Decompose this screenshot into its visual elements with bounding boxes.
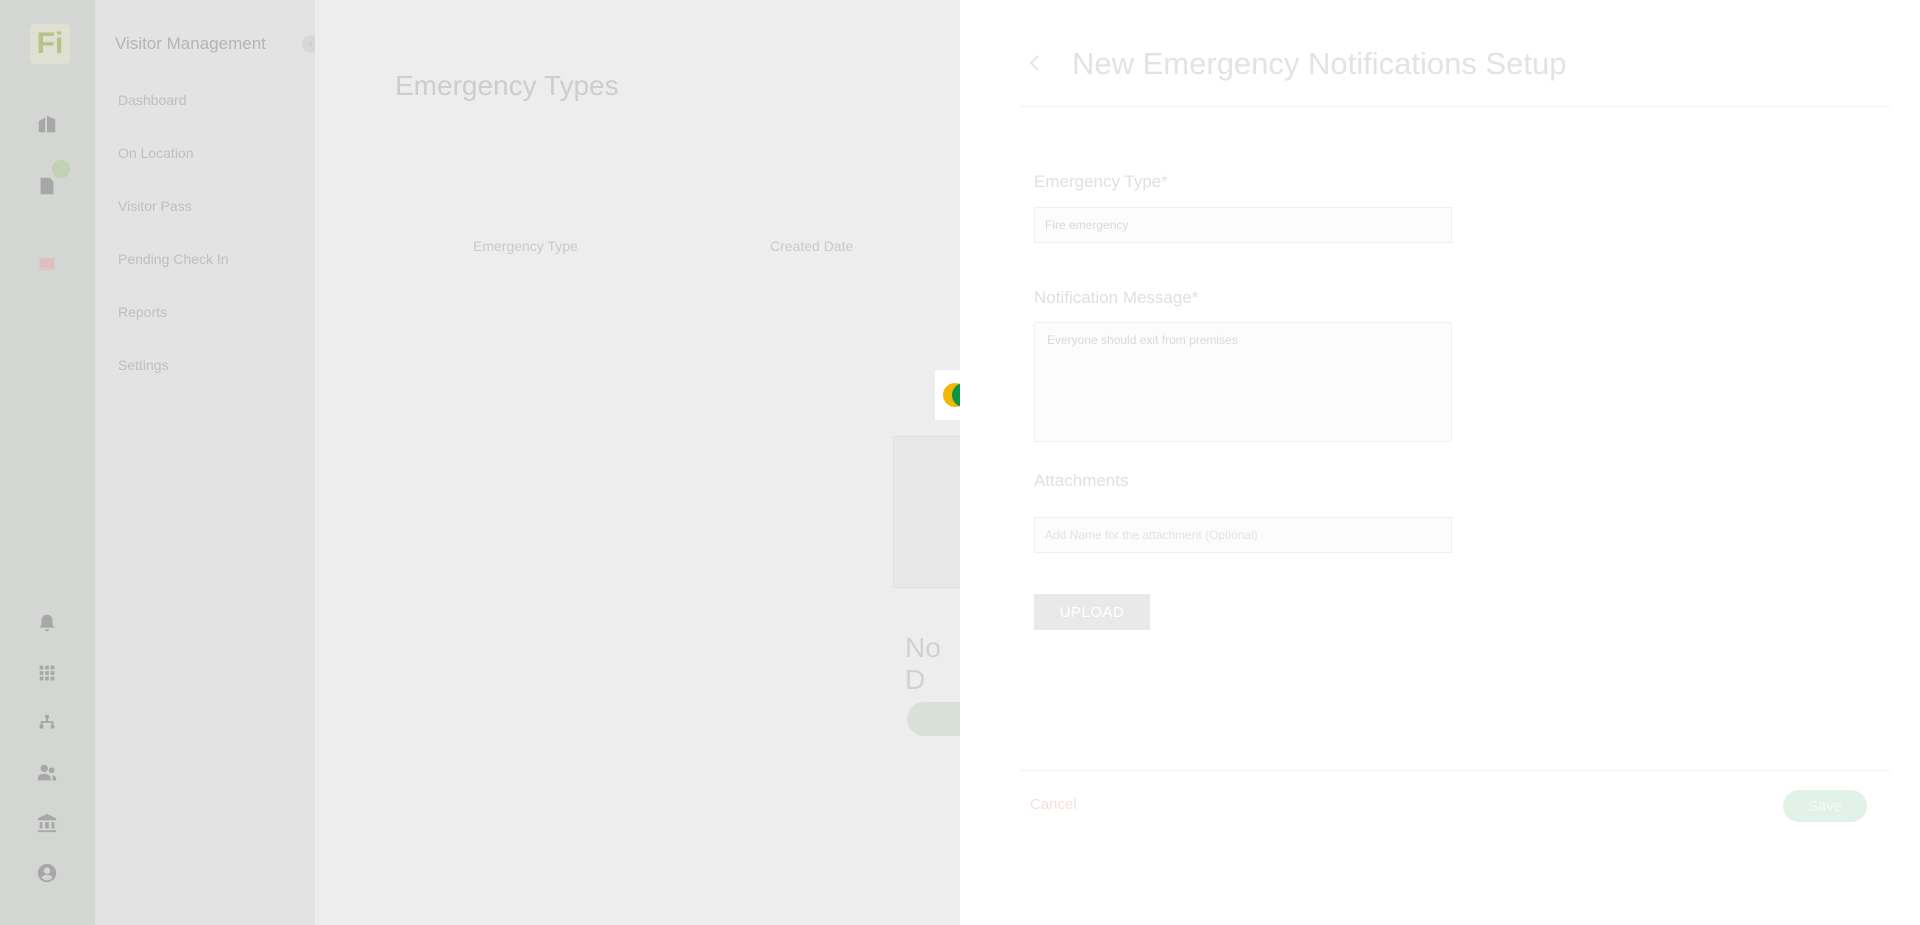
modal-overlay[interactable] [0,0,960,925]
panel-title: New Emergency Notifications Setup [1072,46,1567,81]
save-button[interactable]: Save [1783,790,1867,822]
notification-message-field[interactable]: Everyone should exit from premises [1034,322,1452,442]
upload-button[interactable]: UPLOAD [1034,594,1150,630]
cancel-button[interactable]: Cancel [1030,796,1077,813]
header-divider [1020,106,1890,107]
emergency-type-field[interactable] [1034,207,1452,243]
back-button[interactable] [1025,53,1045,73]
attachment-name-field[interactable] [1034,517,1452,553]
notification-message-label: Notification Message* [1034,288,1199,307]
chevron-left-icon [1029,55,1039,71]
footer-divider [1020,770,1890,771]
setup-panel: New Emergency Notifications Setup Emerge… [960,0,1920,925]
attachments-label: Attachments [1034,471,1129,490]
emergency-type-label: Emergency Type* [1034,172,1168,191]
